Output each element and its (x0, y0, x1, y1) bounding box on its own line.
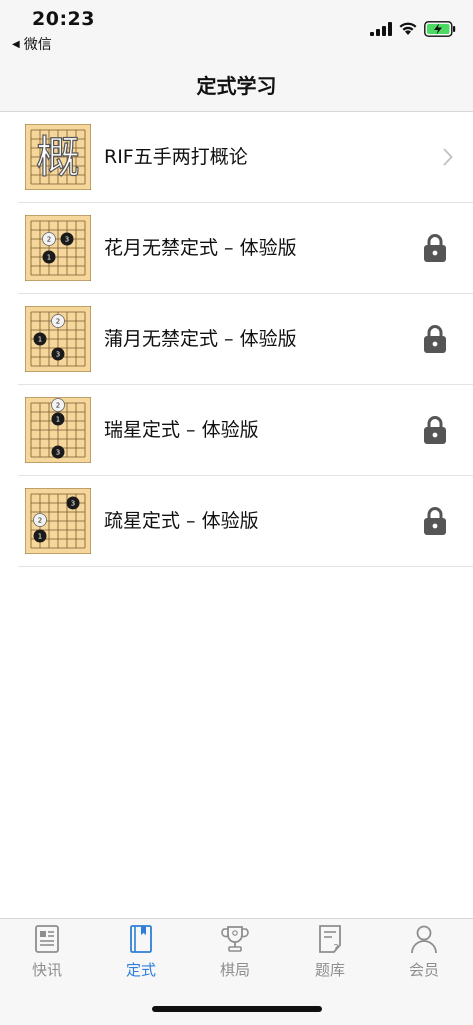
navigation-bar: 定式学习 (0, 56, 473, 112)
status-time: 20:23 (32, 8, 95, 30)
list-item-label: 瑞星定式 – 体验版 (104, 419, 259, 441)
list-item-ruixing[interactable]: 2 1 3 瑞星定式 – 体验版 (18, 385, 473, 476)
svg-text:1: 1 (38, 336, 42, 344)
list-item-rif-overview[interactable]: 概 RIF五手两打概论 (18, 112, 473, 203)
question-doc-icon: ? (319, 925, 341, 954)
tab-label: 题库 (314, 961, 345, 979)
back-to-app-link[interactable]: ◀ 微信 (12, 34, 52, 54)
svg-text:1: 1 (38, 533, 42, 541)
svg-text:3: 3 (71, 500, 75, 508)
svg-text:2: 2 (47, 236, 51, 244)
back-app-label: 微信 (23, 37, 52, 53)
rif-overview-thumbnail: 概 (25, 124, 91, 190)
list-item-label: RIF五手两打概论 (104, 146, 248, 168)
huayue-joseki-thumbnail: 2 3 1 (25, 215, 91, 281)
list-item-shuxing[interactable]: 3 2 1 疏星定式 – 体验版 (18, 476, 473, 567)
tab-news[interactable]: 快讯 (0, 923, 94, 987)
shuxing-joseki-thumbnail: 3 2 1 (25, 488, 91, 554)
chevron-right-icon (443, 148, 453, 166)
lock-icon (424, 234, 446, 262)
book-icon (130, 925, 152, 953)
lock-icon (424, 507, 446, 535)
cellular-signal-icon (370, 22, 392, 36)
trophy-icon (221, 926, 249, 952)
list-item-label: 蒲月无禁定式 – 体验版 (104, 328, 297, 350)
svg-text:2: 2 (56, 402, 60, 410)
tab-label: 棋局 (219, 961, 250, 979)
tab-membership[interactable]: 会员 (377, 923, 471, 987)
svg-text:2: 2 (38, 517, 42, 525)
tab-joseki[interactable]: 定式 (94, 923, 188, 987)
svg-text:3: 3 (65, 236, 69, 244)
thumbnail-character: 概 (36, 132, 80, 183)
wifi-icon (399, 22, 417, 35)
ruixing-joseki-thumbnail: 2 1 3 (25, 397, 91, 463)
list-item-label: 疏星定式 – 体验版 (104, 510, 259, 532)
svg-text:?: ? (333, 943, 338, 954)
joseki-list: 概 RIF五手两打概论 2 3 1 花月无禁定式 – 体验版 2 1 3 蒲月无… (0, 112, 473, 567)
tab-label: 快讯 (31, 961, 62, 979)
tab-label: 定式 (125, 961, 156, 979)
lock-icon (424, 416, 446, 444)
home-indicator[interactable] (152, 1006, 322, 1012)
svg-text:1: 1 (56, 416, 60, 424)
tab-question-bank[interactable]: ? 题库 (283, 923, 377, 987)
status-bar: 20:23 ◀ 微信 (0, 0, 473, 56)
lock-icon (424, 325, 446, 353)
tab-games[interactable]: 棋局 (188, 923, 282, 987)
newspaper-icon (35, 925, 59, 953)
svg-text:2: 2 (56, 318, 60, 326)
list-item-huayue[interactable]: 2 3 1 花月无禁定式 – 体验版 (18, 203, 473, 294)
page-title: 定式学习 (196, 74, 277, 98)
puyue-joseki-thumbnail: 2 1 3 (25, 306, 91, 372)
list-item-label: 花月无禁定式 – 体验版 (104, 237, 297, 259)
svg-text:1: 1 (47, 254, 51, 262)
svg-text:3: 3 (56, 449, 60, 457)
back-triangle-icon: ◀ (12, 38, 20, 50)
tab-label: 会员 (408, 961, 439, 979)
svg-text:3: 3 (56, 351, 60, 359)
battery-charging-icon (424, 21, 456, 37)
person-icon (411, 925, 437, 954)
list-item-puyue[interactable]: 2 1 3 蒲月无禁定式 – 体验版 (18, 294, 473, 385)
